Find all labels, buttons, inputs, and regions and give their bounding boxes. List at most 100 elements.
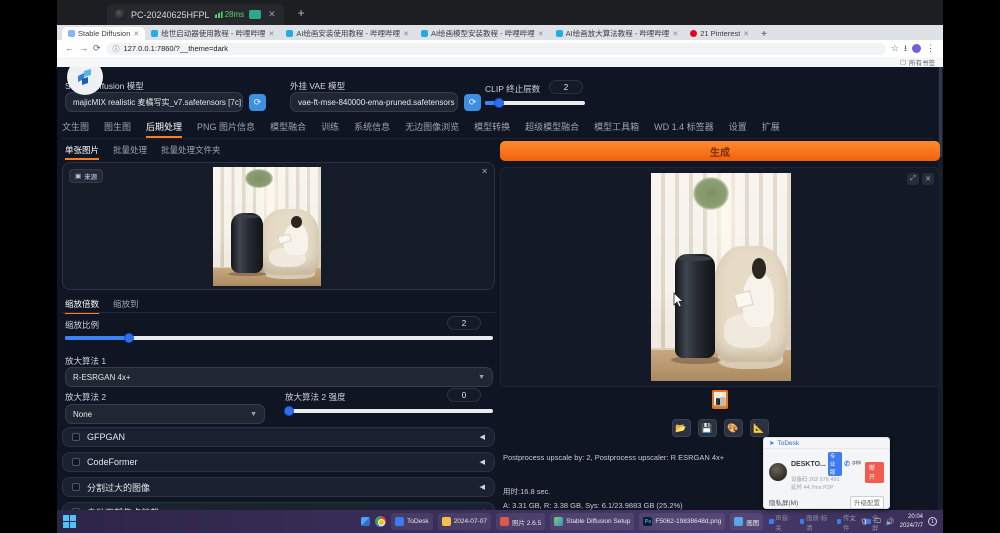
widgets-icon[interactable] [361, 517, 370, 526]
browser-profile-avatar[interactable] [912, 44, 921, 53]
browser-tab-active[interactable]: Stable Diffusion✕ [62, 27, 145, 40]
tab-close-icon[interactable]: ✕ [403, 30, 409, 38]
quality-toggle[interactable]: 画质:标清 [800, 512, 832, 532]
subtab-single-image[interactable]: 单张图片 [65, 144, 99, 160]
upscaler2-strength-slider[interactable] [285, 409, 493, 413]
bookmark-star-icon[interactable]: ☆ [891, 44, 899, 53]
download-icon[interactable]: ⭳ [904, 44, 907, 53]
accordion-codeformer[interactable]: CodeFormer ◀ [62, 452, 495, 472]
tab-txt2img[interactable]: 文生图 [62, 120, 89, 133]
codeformer-checkbox[interactable] [72, 458, 80, 466]
result-image-viewer[interactable]: ⤢ ✕ [500, 167, 940, 387]
taskbar-item-sd-setup[interactable]: Stable Diffusion Setup [550, 513, 634, 530]
tab-model-converter[interactable]: 模型转换 [474, 120, 510, 133]
browser-tab[interactable]: AI绘画模型安装教程 - 哔哩哔哩✕ [415, 27, 550, 40]
refresh-vae-button[interactable]: ⟳ [464, 94, 481, 111]
upscaler2-select[interactable]: None▼ [65, 404, 265, 424]
tab-close-icon[interactable]: ✕ [133, 30, 139, 38]
clear-image-icon[interactable]: ✕ [481, 167, 488, 176]
browser-tab[interactable]: AI绘画放大算法教程 - 哔哩哔哩✕ [550, 27, 685, 40]
close-preview-icon[interactable]: ✕ [922, 173, 934, 185]
browser-tab[interactable]: 21 Pinterest✕ [684, 27, 755, 40]
subtab-batch-folder[interactable]: 批量处理文件夹 [161, 144, 221, 160]
vae-select[interactable]: vae-ft-mse-840000-ema-pruned.safetensors… [290, 92, 458, 112]
file-icon [837, 519, 842, 524]
tab-checkpoint-merger[interactable]: 模型融合 [270, 120, 306, 133]
clip-skip-value[interactable]: 2 [549, 80, 583, 94]
screenshot-icon[interactable] [249, 10, 261, 19]
tab-system-info[interactable]: 系统信息 [354, 120, 390, 133]
taskbar-item-photoshop[interactable]: Ps F5062-19838648d.png [639, 513, 725, 530]
scale-ratio-slider[interactable] [65, 336, 493, 340]
result-image[interactable] [651, 173, 791, 381]
tab-extensions[interactable]: 扩展 [762, 120, 780, 133]
gfpgan-checkbox[interactable] [72, 433, 80, 441]
taskbar-item-todesk[interactable]: ToDesk [391, 513, 433, 530]
browser-tab[interactable]: 绘世启动器使用教程 - 哔哩哔哩✕ [145, 27, 280, 40]
generate-button[interactable]: 生成 [500, 141, 940, 161]
reload-icon[interactable]: ⟳ [93, 44, 101, 53]
address-bar[interactable]: ⓘ 127.0.0.1:7860/?__theme=dark [106, 43, 886, 55]
disconnect-button[interactable]: 断开 [865, 462, 884, 483]
tab-wd14-tagger[interactable]: WD 1.4 标签器 [654, 120, 714, 133]
gallery-thumbnail-selected[interactable] [712, 390, 728, 409]
save-image-button[interactable]: 💾 [698, 419, 717, 437]
todesk-header[interactable]: ➤ ToDesk [764, 438, 889, 449]
privacy-screen-label[interactable]: 隐私屏(M) [769, 497, 798, 507]
new-tab-button[interactable]: + [761, 30, 767, 40]
tab-close-icon[interactable]: ✕ [538, 30, 544, 38]
taskbar-item-folder[interactable]: 2024-07-07 [438, 513, 491, 530]
subtab-batch-process[interactable]: 批量处理 [113, 144, 147, 160]
remote-session-tab[interactable]: PC-20240625HFPL 28ms ✕ [107, 4, 284, 25]
refresh-sd-model-button[interactable]: ⟳ [249, 94, 266, 111]
tab-extras[interactable]: 后期处理 [146, 120, 182, 138]
forward-icon[interactable]: → [79, 44, 88, 53]
source-image-dropzone[interactable]: ▣ 来源 ✕ [62, 162, 495, 290]
tab-super-merger[interactable]: 超级模型融合 [525, 120, 579, 133]
accordion-gfpgan[interactable]: GFPGAN ◀ [62, 427, 495, 447]
file-transfer-button[interactable]: 传文件 [837, 512, 861, 532]
sd-model-select[interactable]: majicMIX realistic 麦橘写实_v7.safetensors [… [65, 92, 243, 112]
fullscreen-toggle[interactable]: 全屏 [866, 512, 884, 532]
all-bookmarks-label[interactable]: 所有书签 [909, 57, 935, 67]
browser-tab[interactable]: AI绘画安装使用教程 - 哔哩哔哩✕ [280, 27, 415, 40]
tab-close-icon[interactable]: ✕ [672, 30, 678, 38]
tab-model-toolkit[interactable]: 模型工具箱 [594, 120, 639, 133]
tab-close-icon[interactable]: ✕ [268, 30, 274, 38]
notification-bell-icon[interactable]: 1 [928, 517, 937, 526]
sound-toggle[interactable]: 声音:关 [769, 512, 795, 532]
scale-ratio-value[interactable]: 2 [447, 316, 481, 330]
clip-skip-slider[interactable] [485, 101, 585, 105]
taskbar-item-paint[interactable]: 画图 [730, 513, 763, 530]
accordion-auto-face-crop[interactable]: 自动面部焦点剪裁 ◀ [62, 502, 495, 510]
tab-infinite-image-browser[interactable]: 无边图像浏览 [405, 120, 459, 133]
taskbar-item-photos[interactable]: 照片 2.6.5 [496, 513, 545, 530]
taskbar-clock[interactable]: 20:04 2024/7/7 [900, 513, 923, 529]
close-session-icon[interactable]: ✕ [268, 9, 276, 20]
menu-kebab-icon[interactable]: ⋮ [926, 44, 935, 53]
fullscreen-icon[interactable]: ⤢ [907, 173, 919, 185]
start-button[interactable] [63, 515, 76, 528]
palette-button[interactable]: 🎨 [724, 419, 743, 437]
tab-png-info[interactable]: PNG 图片信息 [197, 120, 255, 133]
peer-avatar [769, 463, 787, 481]
upscaler1-select[interactable]: R-ESRGAN 4x+▼ [65, 367, 493, 387]
tab-close-icon[interactable]: ✕ [743, 30, 749, 38]
upscaler2-strength-value[interactable]: 0 [447, 388, 481, 402]
split-oversized-checkbox[interactable] [72, 483, 80, 491]
tab-train[interactable]: 训练 [321, 120, 339, 133]
tab-img2img[interactable]: 图生图 [104, 120, 131, 133]
site-info-icon[interactable]: ⓘ [113, 44, 120, 54]
output-toolbar: 📂 💾 🎨 📐 [500, 419, 940, 437]
headset-icon[interactable]: 🕬 [852, 459, 861, 470]
phone-icon[interactable]: ✆ [844, 460, 850, 468]
back-icon[interactable]: ← [65, 44, 74, 53]
ruler-button[interactable]: 📐 [750, 419, 769, 437]
new-session-button[interactable]: + [298, 6, 305, 20]
accordion-split-oversized[interactable]: 分割过大的图像 ◀ [62, 477, 495, 497]
open-folder-button[interactable]: 📂 [672, 419, 691, 437]
chrome-icon[interactable] [375, 516, 386, 527]
upgrade-button[interactable]: 升级配置 [850, 496, 884, 509]
tab-settings[interactable]: 设置 [729, 120, 747, 133]
source-image-preview[interactable] [213, 167, 321, 286]
